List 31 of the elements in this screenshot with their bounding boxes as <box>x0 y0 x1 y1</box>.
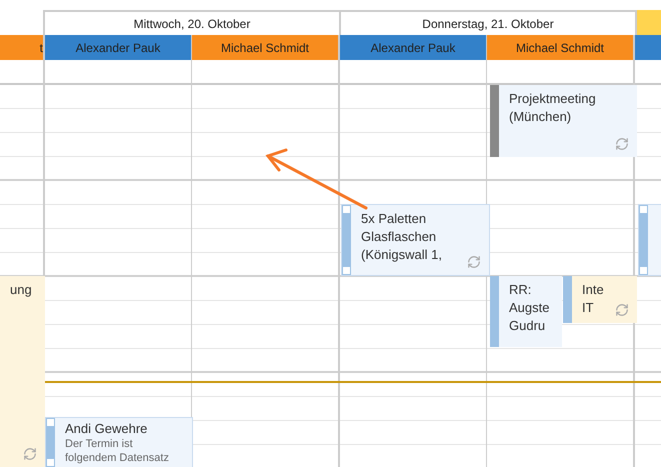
resource-header: Michael Schmidt <box>487 35 635 60</box>
appointment-text: 5x Paletten <box>361 210 428 228</box>
appointment-text: Glasflaschen <box>361 228 438 246</box>
resource-header: Michael Schmidt <box>192 35 340 60</box>
resource-header: t <box>0 35 45 60</box>
appointment-card[interactable]: Projektmeeting (München) <box>490 85 637 157</box>
appointment-card[interactable]: Inte IT <box>563 276 637 323</box>
resource-header: Alexander Pauk <box>45 35 192 60</box>
appointment-text: Andi Gewehre <box>65 421 148 437</box>
appointment-card[interactable] <box>639 205 661 275</box>
appointment-card[interactable]: ung <box>0 276 45 467</box>
resize-handle[interactable] <box>639 266 648 275</box>
appointment-text: ung <box>10 281 33 299</box>
resize-handle[interactable] <box>46 458 55 467</box>
resize-handle[interactable] <box>46 418 55 427</box>
resize-handle[interactable] <box>342 266 351 275</box>
appointment-card[interactable]: 5x Paletten Glasflaschen (Königswall 1, <box>342 205 489 275</box>
appointment-text: (München) <box>509 108 572 126</box>
appointment-text: Inte <box>582 281 605 299</box>
appointment-text: IT <box>582 299 595 317</box>
appointment-card[interactable]: RR: Augste Gudru <box>490 276 562 347</box>
appointment-text: Augste <box>509 299 550 317</box>
appointment-text: (Königswall 1, <box>361 246 443 264</box>
appointment-text: Projektmeeting <box>509 90 597 108</box>
appointment-text: Gudru <box>509 317 546 335</box>
appointment-text: RR: <box>509 281 532 299</box>
resource-header: Alexander Pauk <box>340 35 487 60</box>
appointment-description: Der Termin ist folgendem Datensatz <box>65 437 170 465</box>
resize-handle[interactable] <box>639 205 648 214</box>
resize-handle[interactable] <box>342 205 351 214</box>
appointment-card[interactable]: Andi Gewehre Der Termin ist folgendem Datensatz <box>46 418 192 467</box>
